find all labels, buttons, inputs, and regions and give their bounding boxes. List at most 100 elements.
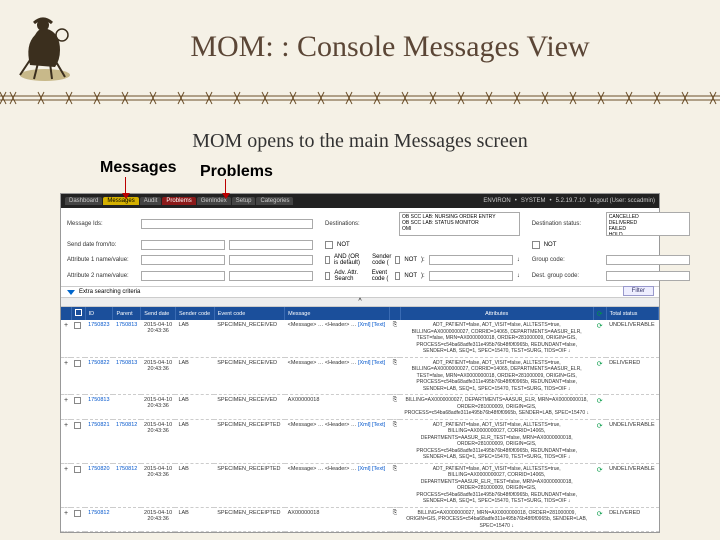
event-label: Event code ( xyxy=(372,270,391,282)
message-cell[interactable]: <Message> … <Header> … [Xml] [Text] xyxy=(285,320,390,357)
msgids-label: Message Ids: xyxy=(67,221,137,227)
attr1-label: Attribute 1 name/value: xyxy=(67,257,137,263)
tab-categories[interactable]: Categories xyxy=(256,197,293,205)
message-cell[interactable]: <Message> … <Header> … [Xml] [Text] xyxy=(285,419,390,463)
id-link[interactable]: 1750813 xyxy=(88,397,109,403)
status-cell: DELIVERED xyxy=(606,357,658,395)
attr2-value-input[interactable] xyxy=(229,271,313,281)
expand-icon[interactable]: + xyxy=(64,510,68,517)
message-cell[interactable]: AX00000018 xyxy=(285,395,390,420)
extra-criteria-row[interactable]: Extra searching criteria xyxy=(61,287,659,298)
attr2-name-input[interactable] xyxy=(141,271,225,281)
sender-input[interactable] xyxy=(429,255,513,265)
refresh-icon[interactable]: ⟳ xyxy=(597,361,603,368)
andor-checkbox[interactable] xyxy=(325,256,330,264)
status-cell: DELIVERED xyxy=(606,507,658,532)
col-attributes[interactable]: Attributes xyxy=(400,307,593,320)
app-window: Dashboard Messages Audit Problems GenInd… xyxy=(60,193,660,533)
expand-icon[interactable]: + xyxy=(64,466,68,473)
arrow-icon xyxy=(125,177,126,195)
system-label[interactable]: SYSTEM xyxy=(521,198,546,204)
event-input[interactable] xyxy=(429,271,513,281)
col-checkbox[interactable] xyxy=(71,307,85,320)
refresh-icon[interactable]: ⟳ xyxy=(597,511,603,518)
msgids-input[interactable] xyxy=(141,219,313,229)
collapse-toggle[interactable]: ^ xyxy=(61,298,659,307)
callouts: Messages Problems xyxy=(0,153,720,193)
table-row: +175082017508122015-04-1020:43:36LABSPEC… xyxy=(61,463,659,507)
message-cell[interactable]: <Message> … <Header> … [Xml] [Text] xyxy=(285,463,390,507)
id-link[interactable]: 1750823 xyxy=(88,322,109,328)
expand-icon[interactable]: + xyxy=(64,360,68,367)
tab-setup[interactable]: Setup xyxy=(232,197,256,205)
destgroup-input[interactable] xyxy=(606,271,690,281)
parent-link[interactable]: 1750812 xyxy=(116,422,137,428)
refresh-icon[interactable]: ⟳ xyxy=(597,398,603,405)
dest-select[interactable]: OB SCC LAB: NURSING ORDER ENTRY OB SCC L… xyxy=(399,212,520,236)
row-checkbox[interactable] xyxy=(74,360,81,367)
col-refresh[interactable]: ⟳ xyxy=(593,307,606,320)
refresh-icon[interactable]: ⟳ xyxy=(597,423,603,430)
type-icon: ⎘ xyxy=(390,395,400,420)
message-cell[interactable]: AX00000018 xyxy=(285,507,390,532)
status-not-checkbox[interactable] xyxy=(532,241,540,249)
col-parent[interactable]: Parent xyxy=(113,307,141,320)
attr2-label: Attribute 2 name/value: xyxy=(67,273,137,279)
id-link[interactable]: 1750822 xyxy=(88,360,109,366)
parent-link[interactable]: 1750813 xyxy=(116,322,137,328)
event-not-checkbox[interactable] xyxy=(395,272,400,280)
event-cell: SPECIMEN_RECEIPTED xyxy=(214,419,284,463)
status-cell: UNDELIVERABLE xyxy=(606,320,658,357)
message-cell[interactable]: <Message> … <Header> … [Xml] [Text] xyxy=(285,357,390,395)
group-input[interactable] xyxy=(606,255,690,265)
type-icon: ⎘ xyxy=(390,357,400,395)
parent-link[interactable]: 1750813 xyxy=(116,360,137,366)
type-icon: ⎘ xyxy=(390,320,400,357)
event-cell: SPECIMEN_RECEIVED xyxy=(214,357,284,395)
col-senddate[interactable]: Send date xyxy=(141,307,176,320)
col-id[interactable]: ID xyxy=(85,307,113,320)
expand-icon[interactable]: + xyxy=(64,322,68,329)
slide-title: MOM: : Console Messages View xyxy=(20,10,700,64)
row-checkbox[interactable] xyxy=(74,322,81,329)
refresh-icon[interactable]: ⟳ xyxy=(597,323,603,330)
col-event[interactable]: Event code xyxy=(214,307,284,320)
parent-link[interactable]: 1750812 xyxy=(116,466,137,472)
status-cell xyxy=(606,395,658,420)
deststatus-label: Destination status: xyxy=(532,221,602,227)
senddate-from-input[interactable] xyxy=(141,240,225,250)
tab-dashboard[interactable]: Dashboard xyxy=(65,197,102,205)
row-checkbox[interactable] xyxy=(74,397,81,404)
dest-not-checkbox[interactable] xyxy=(325,241,333,249)
tab-audit[interactable]: Audit xyxy=(140,197,162,205)
col-message[interactable]: Message xyxy=(285,307,390,320)
id-link[interactable]: 1750821 xyxy=(88,422,109,428)
deststatus-select[interactable]: CANCELLED DELIVERED FAILED HOLD xyxy=(606,212,690,236)
slide-header: MOM: : Console Messages View xyxy=(0,0,720,110)
col-sender[interactable]: Sender code xyxy=(175,307,214,320)
row-checkbox[interactable] xyxy=(74,466,81,473)
col-status[interactable]: Total status xyxy=(606,307,658,320)
arrow-icon xyxy=(225,179,226,195)
id-link[interactable]: 1750820 xyxy=(88,466,109,472)
logout-link[interactable]: Logout (User: sccadmin) xyxy=(590,198,655,204)
filter-button[interactable]: Filter xyxy=(623,286,654,296)
senddate-to-input[interactable] xyxy=(229,240,313,250)
refresh-icon[interactable]: ⟳ xyxy=(597,467,603,474)
tab-problems[interactable]: Problems xyxy=(162,197,195,205)
sender-cell: LAB xyxy=(175,395,214,420)
environ-label[interactable]: ENVIRON xyxy=(483,198,510,204)
expand-icon[interactable]: + xyxy=(64,422,68,429)
destgroup-label: Dest. group code: xyxy=(532,273,602,279)
row-checkbox[interactable] xyxy=(74,510,81,517)
id-link[interactable]: 1750812 xyxy=(88,510,109,516)
row-checkbox[interactable] xyxy=(74,422,81,429)
attr1-value-input[interactable] xyxy=(229,255,313,265)
expand-icon xyxy=(67,290,75,295)
attr1-name-input[interactable] xyxy=(141,255,225,265)
expand-icon[interactable]: + xyxy=(64,397,68,404)
sender-not-checkbox[interactable] xyxy=(395,256,400,264)
sender-label: Sender code ( xyxy=(372,254,391,266)
senddate-cell: 2015-04-1020:43:36 xyxy=(141,357,176,395)
advattr-checkbox[interactable] xyxy=(325,272,330,280)
